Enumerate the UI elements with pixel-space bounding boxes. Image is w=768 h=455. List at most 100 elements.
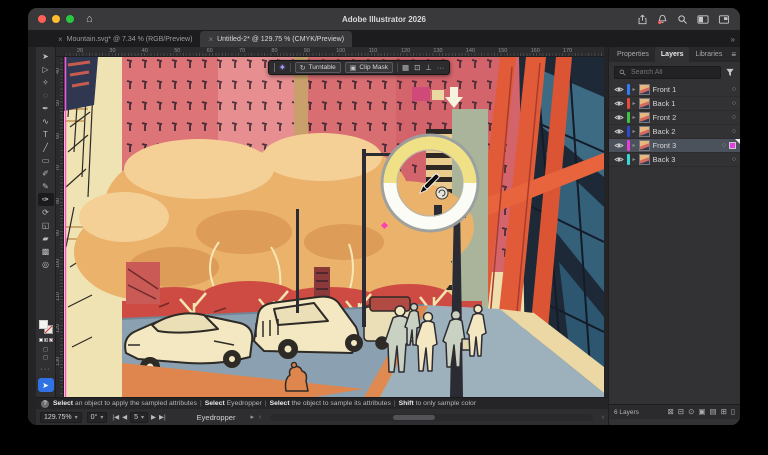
disclosure-chevron-icon[interactable]: ▸	[633, 128, 636, 135]
canvas-viewport[interactable]: ✦ ↻ Turntable ▣ Clip Mask ▦⊡⊥···	[64, 57, 604, 397]
paintbrush-tool[interactable]: ✐	[38, 167, 54, 180]
scale-tool[interactable]: ◱	[38, 219, 54, 232]
vertical-ruler[interactable]: 405060708090100110120130	[56, 57, 64, 397]
layer-thumbnail[interactable]	[639, 84, 650, 95]
tab-libraries[interactable]: Libraries	[689, 47, 728, 62]
notifications-bell-icon[interactable]	[657, 14, 668, 25]
minimize-window-button[interactable]	[52, 15, 60, 23]
lasso-tool[interactable]: ◌	[38, 89, 54, 102]
target-circle-icon[interactable]: ○	[732, 156, 736, 163]
layer-row[interactable]: ▸ Back 2 ○	[609, 125, 740, 139]
frame-icon[interactable]: ⊡	[414, 64, 420, 72]
scroll-right-arrow[interactable]: ›	[602, 414, 604, 421]
disclosure-chevron-icon[interactable]: ▸	[633, 142, 636, 149]
ai-tool-button[interactable]: ➤	[38, 378, 54, 392]
visibility-eye-icon[interactable]	[614, 114, 624, 121]
layer-row[interactable]: ▸ Back 3 ○	[609, 153, 740, 167]
delete-layer-icon[interactable]: ▯	[731, 408, 735, 416]
horizontal-scrollbar[interactable]	[270, 414, 592, 421]
line-tool[interactable]: ╱	[38, 141, 54, 154]
fill-stroke-swatch[interactable]	[39, 320, 53, 334]
maximize-window-button[interactable]	[66, 15, 74, 23]
layer-row[interactable]: ▸ Front 1 ○	[609, 83, 740, 97]
new-layer-icon[interactable]: ⊞	[721, 408, 727, 416]
layer-name[interactable]: Front 1	[653, 85, 729, 94]
target-circle-icon[interactable]: ○	[732, 114, 736, 121]
new-sublayer-icon[interactable]: ▤	[709, 408, 716, 416]
ai-sparkle-icon[interactable]: ✦	[279, 63, 286, 72]
horizontal-ruler[interactable]: 2030405060708090100110120130140150160170	[64, 47, 604, 57]
visibility-eye-icon[interactable]	[614, 156, 624, 163]
collect-export-icon[interactable]: ⊠	[667, 408, 673, 416]
layer-thumbnail[interactable]	[639, 98, 650, 109]
layer-row[interactable]: ▸ Back 1 ○	[609, 97, 740, 111]
disclosure-chevron-icon[interactable]: ▸	[633, 114, 636, 121]
layer-thumbnail[interactable]	[639, 126, 650, 137]
rotate-tool[interactable]: ⟳	[38, 206, 54, 219]
close-tab-icon[interactable]: ×	[58, 35, 63, 44]
draw-normal-icon[interactable]: ◻	[43, 347, 48, 353]
collapse-dock-icon[interactable]: »	[731, 35, 735, 44]
scroll-left-arrow[interactable]: ‹	[259, 414, 261, 421]
selection-tool[interactable]: ➤	[38, 50, 54, 63]
ruler-origin-corner[interactable]	[56, 47, 64, 57]
status-expander-icon[interactable]: ▸	[250, 413, 254, 421]
layers-search-field[interactable]	[614, 66, 721, 79]
make-mask-icon[interactable]: ▣	[698, 408, 705, 416]
eyedropper-tool[interactable]: ✑	[38, 193, 54, 206]
panel-menu-icon[interactable]: ≡	[731, 50, 736, 59]
visibility-eye-icon[interactable]	[614, 100, 624, 107]
layer-name[interactable]: Back 2	[653, 127, 729, 136]
drag-handle[interactable]	[274, 63, 275, 72]
layer-name[interactable]: Front 3	[653, 141, 719, 150]
rotation-field[interactable]: 0° ▾	[87, 412, 108, 423]
layer-thumbnail[interactable]	[639, 112, 650, 123]
gradient-chip[interactable]	[44, 338, 48, 342]
shape-builder-tool[interactable]: ▩	[38, 245, 54, 258]
tab-properties[interactable]: Properties	[611, 47, 655, 62]
turntable-button[interactable]: ↻ Turntable	[295, 62, 341, 73]
canvas-artwork[interactable]	[64, 57, 604, 397]
close-window-button[interactable]	[38, 15, 46, 23]
color-chip[interactable]	[39, 338, 43, 342]
zoom-tool[interactable]: ◎	[38, 258, 54, 271]
next-artboard-button[interactable]: ▶	[151, 413, 156, 421]
tab-mountain-svg[interactable]: × Mountain.svg* @ 7.34 % (RGB/Preview)	[50, 31, 200, 47]
layer-row[interactable]: ▸ Front 2 ○	[609, 111, 740, 125]
release-mask-icon[interactable]: ⊟	[678, 408, 684, 416]
search-icon[interactable]	[677, 14, 688, 25]
type-tool[interactable]: T	[38, 128, 54, 141]
disclosure-chevron-icon[interactable]: ▸	[633, 156, 636, 163]
scrollbar-thumb[interactable]	[393, 415, 435, 420]
rectangle-tool[interactable]: ▭	[38, 154, 54, 167]
prev-artboard-button[interactable]: ◀	[122, 413, 127, 421]
tab-untitled-2[interactable]: × Untitled-2* @ 129.75 % (CMYK/Preview)	[200, 31, 352, 47]
clip-mask-button[interactable]: ▣ Clip Mask	[345, 62, 393, 73]
visibility-eye-icon[interactable]	[614, 86, 624, 93]
draw-behind-icon[interactable]: ◻	[43, 355, 48, 361]
layer-thumbnail[interactable]	[639, 140, 650, 151]
artboard-number-field[interactable]: 5 ▾	[130, 412, 148, 423]
gradient-tool[interactable]: ▰	[38, 232, 54, 245]
layer-name[interactable]: Back 1	[653, 99, 729, 108]
target-circle-icon[interactable]: ○	[732, 128, 736, 135]
close-tab-icon[interactable]: ×	[208, 35, 213, 44]
share-icon[interactable]	[637, 14, 648, 25]
more-options-icon[interactable]: ···	[437, 64, 445, 72]
visibility-eye-icon[interactable]	[614, 128, 624, 135]
magic-wand-tool[interactable]: ✧	[38, 76, 54, 89]
locate-object-icon[interactable]: ⊙	[688, 408, 694, 416]
filter-funnel-icon[interactable]	[725, 68, 735, 77]
fill-swatch[interactable]	[39, 320, 48, 329]
pencil-tool[interactable]: ✎	[38, 180, 54, 193]
disclosure-chevron-icon[interactable]: ▸	[633, 86, 636, 93]
disclosure-chevron-icon[interactable]: ▸	[633, 100, 636, 107]
layer-thumbnail[interactable]	[639, 154, 650, 165]
first-artboard-button[interactable]: |◀	[112, 413, 119, 421]
layer-row[interactable]: ▸ Front 3 ○	[609, 139, 740, 153]
curvature-tool[interactable]: ∿	[38, 115, 54, 128]
visibility-eye-icon[interactable]	[614, 142, 624, 149]
none-chip[interactable]	[49, 338, 53, 342]
home-icon[interactable]: ⌂	[86, 14, 93, 25]
pen-tool[interactable]: ✒	[38, 102, 54, 115]
